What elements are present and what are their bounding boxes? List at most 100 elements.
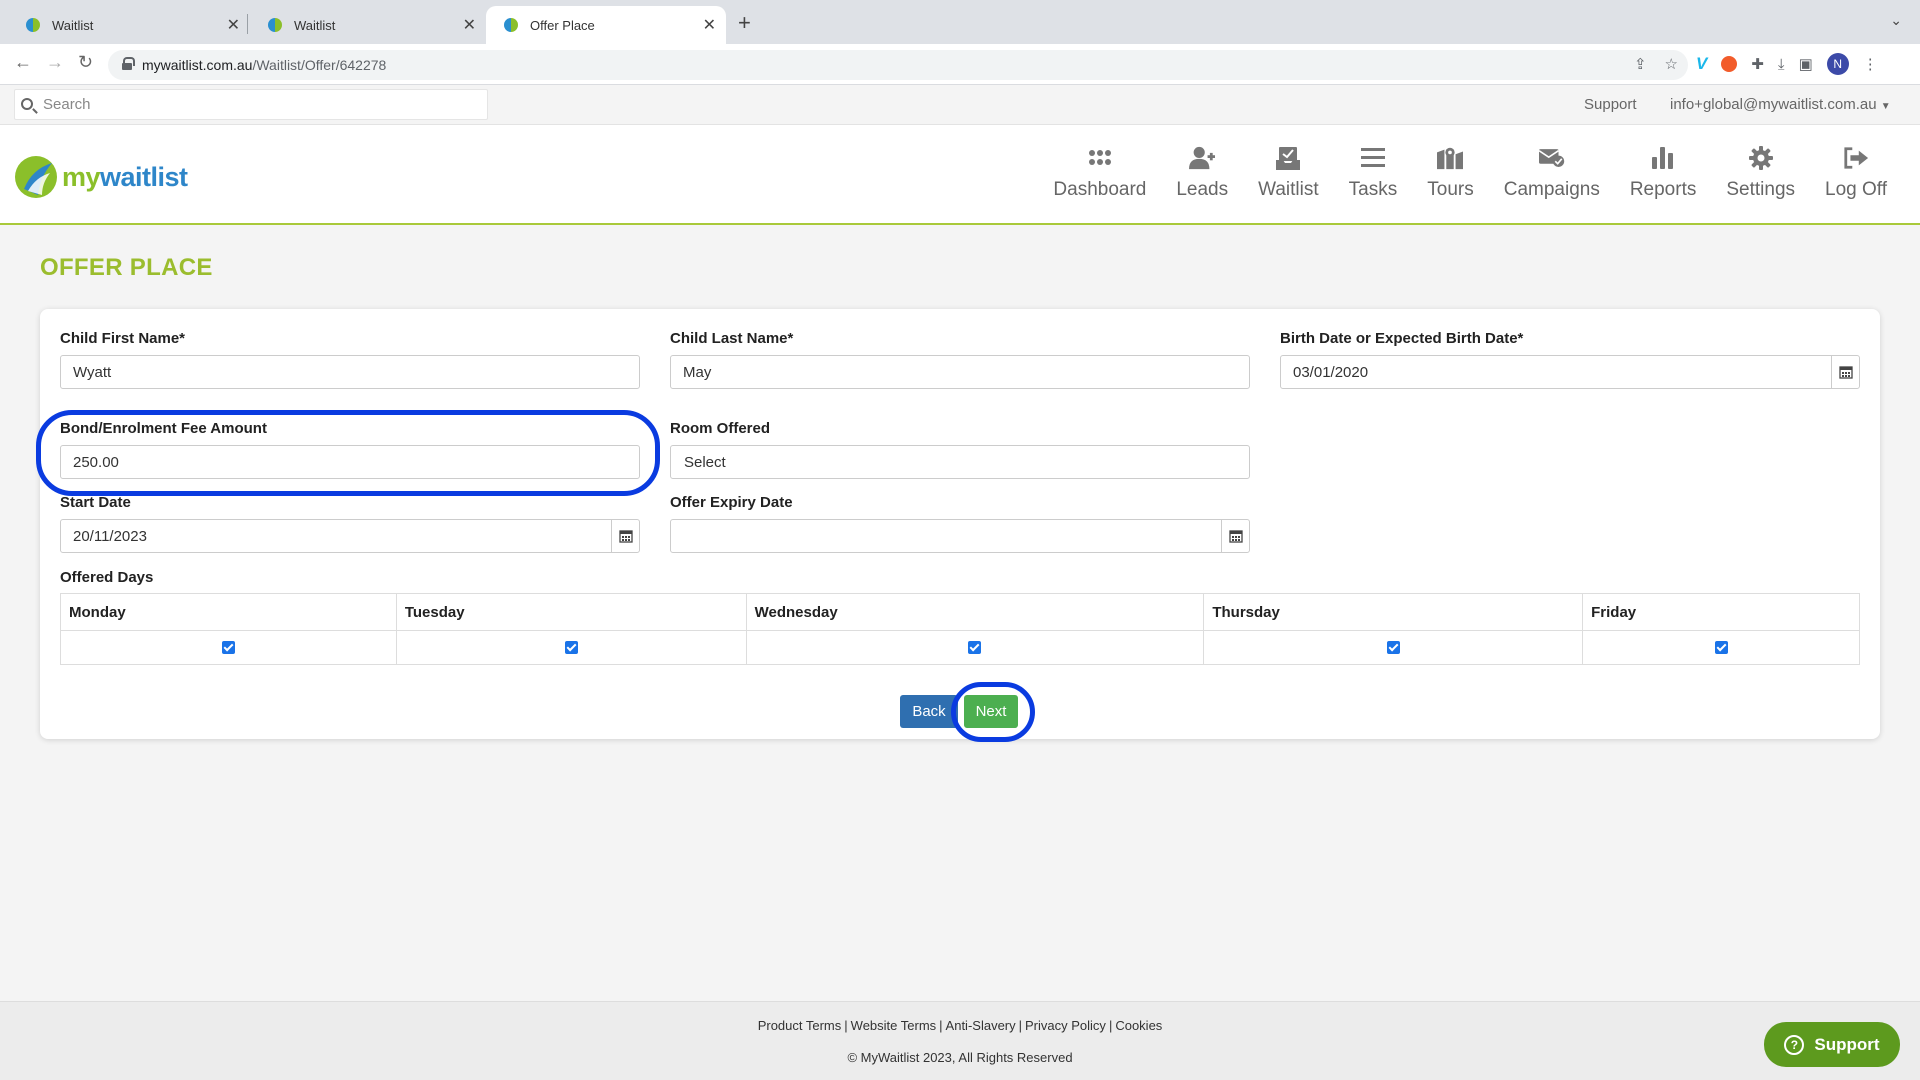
child-first-name-label: Child First Name* — [60, 330, 186, 347]
room-offered-label: Room Offered — [670, 420, 771, 437]
nav-reports[interactable]: Reports — [1615, 145, 1712, 201]
offered-days-table: Monday Tuesday Wednesday Thursday Friday — [60, 593, 1860, 665]
highlight-ring-next-button — [951, 682, 1035, 742]
offer-expiry-input[interactable] — [671, 520, 1249, 552]
sign-out-icon — [1843, 145, 1869, 171]
question-icon: ? — [1784, 1034, 1805, 1055]
gear-icon — [1748, 145, 1774, 171]
favicon-icon — [26, 18, 40, 32]
calendar-icon[interactable] — [1221, 520, 1249, 552]
share-icon[interactable]: ⇪ — [1634, 55, 1647, 73]
close-tab-icon[interactable]: ✕ — [227, 15, 240, 35]
highlight-ring-bond-fee — [36, 410, 660, 496]
monday-checkbox[interactable] — [221, 640, 235, 654]
wednesday-checkbox[interactable] — [968, 640, 982, 654]
back-arrow-icon[interactable]: ← — [14, 52, 32, 73]
tab-title: Offer Place — [530, 17, 595, 33]
footer: Product Terms | Website Terms | Anti-Slavery… — [0, 1001, 1920, 1080]
browser-toolbar: ← → ↻ mywaitlist.com.au/Waitlist/Offer/6… — [0, 44, 1920, 85]
inbox-icon — [1275, 145, 1301, 171]
birth-date-label: Birth Date or Expected Birth Date* — [1280, 330, 1524, 347]
side-panel-icon[interactable]: ▣ — [1799, 55, 1813, 73]
new-tab-icon[interactable]: + — [738, 10, 751, 36]
support-help-button[interactable]: ? Support — [1764, 1022, 1900, 1067]
app-header: mywaitlist Dashboard Leads Waitlist Task… — [0, 125, 1920, 225]
days-checkbox-row — [60, 630, 1860, 665]
tuesday-checkbox[interactable] — [564, 640, 578, 654]
day-header-wednesday: Wednesday — [745, 593, 1205, 631]
puzzle-extensions-icon[interactable]: ✚ — [1751, 55, 1764, 73]
browser-menu-icon[interactable]: ⋮ — [1863, 55, 1878, 73]
vimeo-extension-icon[interactable]: V — [1696, 54, 1707, 74]
child-first-name-input[interactable] — [61, 356, 639, 388]
footer-copyright: © MyWaitlist 2023, All Rights Reserved — [847, 1050, 1073, 1065]
footer-link-privacy-policy[interactable]: Privacy Policy — [1025, 1018, 1106, 1033]
footer-link-website-terms[interactable]: Website Terms — [851, 1018, 937, 1033]
friday-checkbox[interactable] — [1714, 640, 1728, 654]
tab-title: Waitlist — [294, 17, 336, 33]
list-icon — [1360, 145, 1386, 171]
search-box — [14, 89, 488, 120]
browser-tab-bar: Waitlist ✕ Waitlist ✕ Offer Place ✕ + ⌄ — [0, 0, 1920, 44]
start-date-input[interactable] — [61, 520, 639, 552]
thursday-checkbox[interactable] — [1386, 640, 1400, 654]
bar-chart-icon — [1650, 145, 1676, 171]
browser-tab[interactable]: Waitlist ✕ — [250, 6, 486, 44]
offer-expiry-field: Offer Expiry Date — [670, 494, 1250, 553]
offer-place-form: Child First Name* Child Last Name* Birth… — [40, 309, 1880, 739]
footer-link-cookies[interactable]: Cookies — [1115, 1018, 1162, 1033]
app-top-bar: Support info+global@mywaitlist.com.au ▼ — [0, 85, 1920, 125]
offer-expiry-label: Offer Expiry Date — [670, 494, 793, 511]
profile-avatar[interactable]: N — [1826, 53, 1849, 75]
extension-icon[interactable] — [1721, 56, 1738, 72]
browser-tab[interactable]: Waitlist ✕ — [8, 6, 250, 44]
birth-date-input[interactable] — [1281, 356, 1859, 388]
search-input[interactable] — [43, 90, 483, 119]
offered-days-label: Offered Days — [60, 569, 154, 586]
favicon-icon — [504, 18, 518, 32]
browser-tab-active[interactable]: Offer Place ✕ — [486, 6, 726, 44]
page-title: OFFER PLACE — [40, 254, 213, 281]
forward-arrow-icon[interactable]: → — [46, 52, 64, 73]
room-offered-select[interactable]: Select — [670, 445, 1250, 479]
birth-date-field: Birth Date or Expected Birth Date* — [1280, 330, 1860, 389]
close-tab-icon[interactable]: ✕ — [703, 15, 716, 35]
nav-leads[interactable]: Leads — [1161, 145, 1243, 201]
map-icon — [1437, 145, 1464, 171]
back-button[interactable]: Back — [900, 695, 958, 728]
account-menu[interactable]: info+global@mywaitlist.com.au ▼ — [1670, 96, 1891, 113]
nav-waitlist[interactable]: Waitlist — [1243, 145, 1334, 201]
close-tab-icon[interactable]: ✕ — [463, 15, 476, 35]
lock-icon — [122, 57, 135, 70]
calendar-icon[interactable] — [1831, 356, 1859, 388]
day-header-monday: Monday — [60, 593, 397, 631]
calendar-icon[interactable] — [611, 520, 639, 552]
bookmark-star-icon[interactable]: ☆ — [1665, 55, 1678, 73]
user-plus-icon — [1189, 145, 1216, 171]
child-last-name-input[interactable] — [671, 356, 1249, 388]
nav-campaigns[interactable]: Campaigns — [1489, 145, 1615, 201]
support-link[interactable]: Support — [1584, 96, 1637, 113]
address-bar[interactable]: mywaitlist.com.au/Waitlist/Offer/642278 … — [108, 50, 1688, 80]
search-icon — [21, 98, 33, 110]
download-icon[interactable]: ⤓ — [1778, 56, 1785, 73]
days-header-row: Monday Tuesday Wednesday Thursday Friday — [60, 593, 1860, 631]
mywaitlist-logo[interactable]: mywaitlist — [14, 155, 188, 199]
nav-settings[interactable]: Settings — [1711, 145, 1810, 201]
favicon-icon — [268, 18, 282, 32]
nav-tasks[interactable]: Tasks — [1334, 145, 1413, 201]
tab-search-chevron-icon[interactable]: ⌄ — [1890, 12, 1902, 29]
nav-log-off[interactable]: Log Off — [1810, 145, 1902, 201]
child-last-name-field: Child Last Name* — [670, 330, 1250, 389]
child-last-name-label: Child Last Name* — [670, 330, 794, 347]
reload-icon[interactable]: ↻ — [78, 52, 93, 73]
tab-title: Waitlist — [52, 17, 94, 33]
room-offered-value: Select — [684, 454, 726, 471]
footer-link-anti-slavery[interactable]: Anti-Slavery — [946, 1018, 1016, 1033]
nav-dashboard[interactable]: Dashboard — [1038, 145, 1161, 201]
main-nav: Dashboard Leads Waitlist Tasks Tours Cam… — [1038, 145, 1902, 201]
footer-link-product-terms[interactable]: Product Terms — [758, 1018, 842, 1033]
room-offered-field: Room Offered Select — [670, 420, 1250, 479]
nav-tours[interactable]: Tours — [1412, 145, 1488, 201]
support-button-label: Support — [1814, 1034, 1880, 1054]
